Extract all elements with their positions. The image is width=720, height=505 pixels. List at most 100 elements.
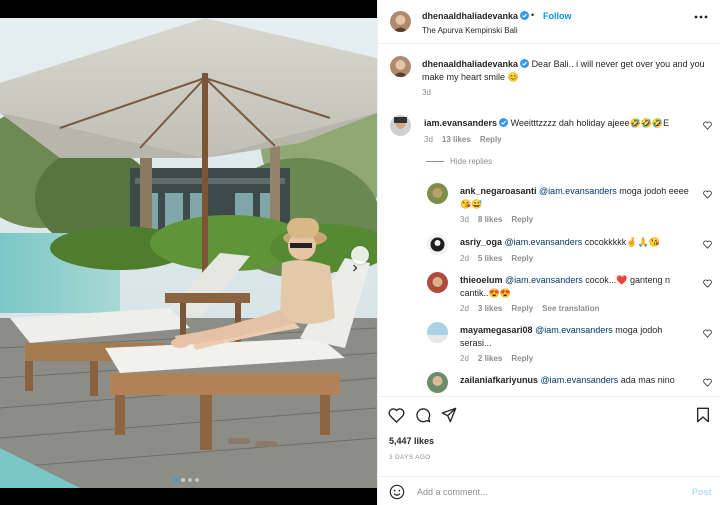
carousel-dot [195, 478, 199, 482]
reply-username[interactable]: mayamegasari08 [460, 325, 533, 335]
comment-username[interactable]: iam.evansanders [424, 118, 497, 128]
replier-avatar[interactable] [427, 372, 448, 393]
carousel-next-button[interactable] [351, 246, 369, 272]
bookmark-icon[interactable] [696, 407, 710, 423]
reply-body: mayamegasari08 @iam.evansanders moga jod… [460, 324, 690, 350]
smiley-icon[interactable] [389, 484, 405, 500]
reply-item: mayamegasari08 @iam.evansanders moga jod… [378, 322, 720, 368]
reply-meta: 2d 2 likes Reply [460, 354, 533, 363]
verified-badge-icon [499, 118, 509, 127]
reply-username[interactable]: zailaniafkariyunus [460, 375, 538, 385]
post-actions: 5,447 likes 3 DAYS AGO [378, 396, 720, 470]
post-date[interactable]: 3 DAYS AGO [389, 454, 431, 461]
post-comment-button[interactable]: Post [692, 487, 712, 497]
replier-avatar[interactable] [427, 272, 448, 293]
comment-bubble-icon[interactable] [415, 407, 431, 423]
replier-avatar[interactable] [427, 322, 448, 343]
reply-body: ank_negaroasanti @iam.evansanders moga j… [460, 185, 690, 211]
comment-age: 3d [424, 135, 433, 144]
reply-button[interactable]: Reply [511, 215, 533, 224]
hide-replies-label: Hide replies [450, 157, 493, 166]
reply-meta: 2d 3 likes Reply See translation [460, 304, 600, 313]
reply-mention[interactable]: @iam.evansanders [541, 375, 619, 385]
reply-button[interactable]: Reply [511, 254, 533, 263]
action-icons [388, 407, 457, 423]
comment-text: Weeitttzzzz dah holiday ajeee🤣🤣🤣E [510, 118, 670, 128]
post-photo-panel [0, 0, 377, 505]
heart-icon[interactable] [703, 279, 712, 288]
see-translation-button[interactable]: See translation [542, 304, 599, 313]
comment-meta: 3d 13 likes Reply [424, 135, 502, 144]
heart-icon[interactable] [703, 240, 712, 249]
reply-mention[interactable]: @iam.evansanders [539, 186, 617, 196]
reply-likes[interactable]: 3 likes [478, 304, 502, 313]
carousel-dot [188, 478, 192, 482]
chevron-right-icon [353, 264, 358, 272]
follow-button[interactable]: Follow [543, 11, 572, 21]
carousel-dots [174, 478, 199, 482]
reply-text: cocokkkkk🤞🙏😘 [582, 237, 660, 247]
reply-button[interactable]: Reply [511, 354, 533, 363]
carousel-dot [174, 478, 178, 482]
commenter-avatar[interactable] [390, 115, 411, 136]
reply-meta: 3d 8 likes Reply [460, 215, 533, 224]
reply-age: 3d [460, 215, 469, 224]
reply-likes[interactable]: 5 likes [478, 254, 502, 263]
replier-avatar[interactable] [427, 234, 448, 255]
reply-username[interactable]: asriy_oga [460, 237, 502, 247]
post-photo[interactable] [0, 18, 377, 488]
post-header: dhenaaldhaliadevanka • Follow The Apurva… [378, 0, 720, 44]
reply-body: zailaniafkariyunus @iam.evansanders ada … [460, 374, 690, 387]
add-comment-bar: Add a comment... Post [378, 476, 720, 505]
reply-button[interactable]: Reply [511, 304, 533, 313]
reply-username[interactable]: ank_negaroasanti [460, 186, 537, 196]
reply-item: ank_negaroasanti @iam.evansanders moga j… [378, 183, 720, 229]
reply-item: zailaniafkariyunus @iam.evansanders ada … [378, 372, 720, 396]
caption-author-avatar[interactable] [390, 56, 411, 77]
reply-age: 2d [460, 304, 469, 313]
author-username[interactable]: dhenaaldhaliadevanka [422, 11, 530, 21]
reply-meta: 2d 5 likes Reply [460, 254, 533, 263]
instagram-post-modal: dhenaaldhaliadevanka • Follow The Apurva… [0, 0, 720, 505]
post-side-panel: dhenaaldhaliadevanka • Follow The Apurva… [377, 0, 720, 505]
reply-username[interactable]: thieoelum [460, 275, 503, 285]
caption-text: dhenaaldhaliadevanka Dear Bali.. i will … [422, 58, 712, 84]
likes-count[interactable]: 5,447 likes [389, 436, 434, 446]
reply-body: asriy_oga @iam.evansanders cocokkkkk🤞🙏😘 [460, 236, 690, 249]
replier-avatar[interactable] [427, 183, 448, 204]
follow-separator: • [531, 10, 535, 20]
reply-text: ada mas nino [618, 375, 675, 385]
comment-body: iam.evansanders Weeitttzzzz dah holiday … [424, 117, 699, 130]
author-avatar[interactable] [390, 11, 411, 32]
caption-username[interactable]: dhenaaldhaliadevanka [422, 59, 518, 69]
carousel-dot [181, 478, 185, 482]
reply-age: 2d [460, 254, 469, 263]
reply-mention[interactable]: @iam.evansanders [535, 325, 613, 335]
paper-plane-icon[interactable] [441, 407, 457, 423]
more-horizontal-icon[interactable] [694, 15, 708, 19]
reply-item: thieoelum @iam.evansanders cocok...❤️ ga… [378, 272, 720, 318]
heart-icon[interactable] [703, 378, 712, 387]
heart-icon[interactable] [388, 407, 405, 423]
photo-letterbox-bottom [0, 488, 377, 505]
photo-letterbox-top [0, 0, 377, 18]
heart-icon[interactable] [703, 329, 712, 338]
reply-mention[interactable]: @iam.evansanders [505, 237, 583, 247]
caption-age: 3d [422, 88, 431, 97]
comment-item: iam.evansanders Weeitttzzzz dah holiday … [378, 115, 720, 161]
reply-body: thieoelum @iam.evansanders cocok...❤️ ga… [460, 274, 690, 300]
hide-replies-line [426, 161, 444, 162]
heart-icon[interactable] [703, 121, 712, 130]
verified-badge-icon [520, 59, 530, 68]
heart-icon[interactable] [703, 190, 712, 199]
reply-likes[interactable]: 8 likes [478, 215, 502, 224]
reply-likes[interactable]: 2 likes [478, 354, 502, 363]
post-location[interactable]: The Apurva Kempinski Bali [422, 26, 518, 35]
reply-mention[interactable]: @iam.evansanders [505, 275, 583, 285]
hide-replies-button[interactable]: Hide replies [426, 157, 492, 166]
reply-age: 2d [460, 354, 469, 363]
comment-likes[interactable]: 13 likes [442, 135, 471, 144]
verified-badge-icon [520, 11, 530, 20]
comment-input[interactable]: Add a comment... [417, 487, 488, 497]
reply-button[interactable]: Reply [480, 135, 502, 144]
